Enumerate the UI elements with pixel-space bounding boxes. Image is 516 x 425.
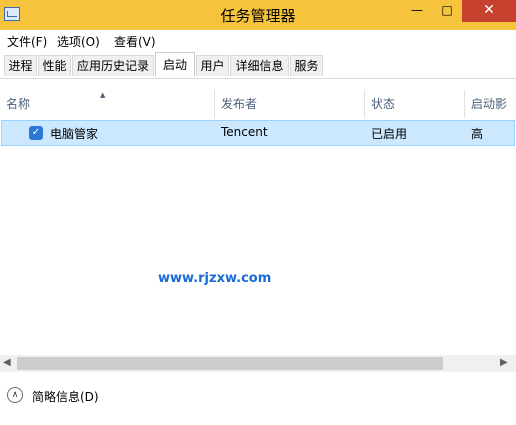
collapse-chevron-icon[interactable]: ∧	[7, 387, 23, 403]
scroll-left-icon[interactable]: ◀	[3, 357, 11, 368]
row-impact: 高	[471, 127, 484, 141]
scrollbar-thumb[interactable]	[17, 357, 443, 370]
tab-users[interactable]: 用户	[196, 55, 229, 76]
fewer-details-link[interactable]: 简略信息(D)	[32, 388, 99, 405]
column-header-publisher[interactable]: 发布者	[215, 90, 365, 118]
tab-services[interactable]: 服务	[290, 55, 323, 76]
column-header-row: 名称 发布者 状态 启动影	[0, 90, 516, 118]
tab-performance[interactable]: 性能	[38, 55, 71, 76]
maximize-button[interactable]: □	[432, 0, 462, 22]
menu-bar: 文件(F) 选项(O) 查看(V)	[0, 30, 516, 51]
tab-processes[interactable]: 进程	[4, 55, 37, 76]
menu-file[interactable]: 文件(F)	[7, 33, 47, 50]
close-button[interactable]: ✕	[462, 0, 516, 22]
scroll-right-icon[interactable]: ▶	[500, 357, 508, 368]
watermark-text: www.rjzxw.com	[158, 271, 272, 286]
row-status: 已启用	[371, 127, 408, 141]
tab-details[interactable]: 详细信息	[230, 55, 289, 76]
column-header-impact[interactable]: 启动影	[465, 90, 516, 118]
row-name: 电脑管家	[50, 127, 99, 141]
tab-app-history[interactable]: 应用历史记录	[72, 55, 154, 76]
tab-bar: 进程 性能 应用历史记录 启动 用户 详细信息 服务	[0, 51, 516, 79]
column-header-name[interactable]: 名称	[0, 90, 215, 118]
horizontal-scrollbar[interactable]: ◀ ▶	[0, 355, 516, 372]
title-bar[interactable]: 任务管理器 — □ ✕	[0, 0, 516, 30]
footer: ∧ 简略信息(D)	[0, 372, 516, 425]
menu-options[interactable]: 选项(O)	[57, 33, 100, 50]
minimize-button[interactable]: —	[402, 0, 432, 22]
table-row[interactable]: ✓ 电脑管家 Tencent 已启用 高	[1, 120, 515, 146]
row-publisher: Tencent	[221, 125, 268, 139]
shield-icon: ✓	[29, 126, 43, 140]
menu-view[interactable]: 查看(V)	[114, 33, 156, 50]
column-header-status[interactable]: 状态	[365, 90, 465, 118]
tab-startup[interactable]: 启动	[155, 52, 195, 76]
